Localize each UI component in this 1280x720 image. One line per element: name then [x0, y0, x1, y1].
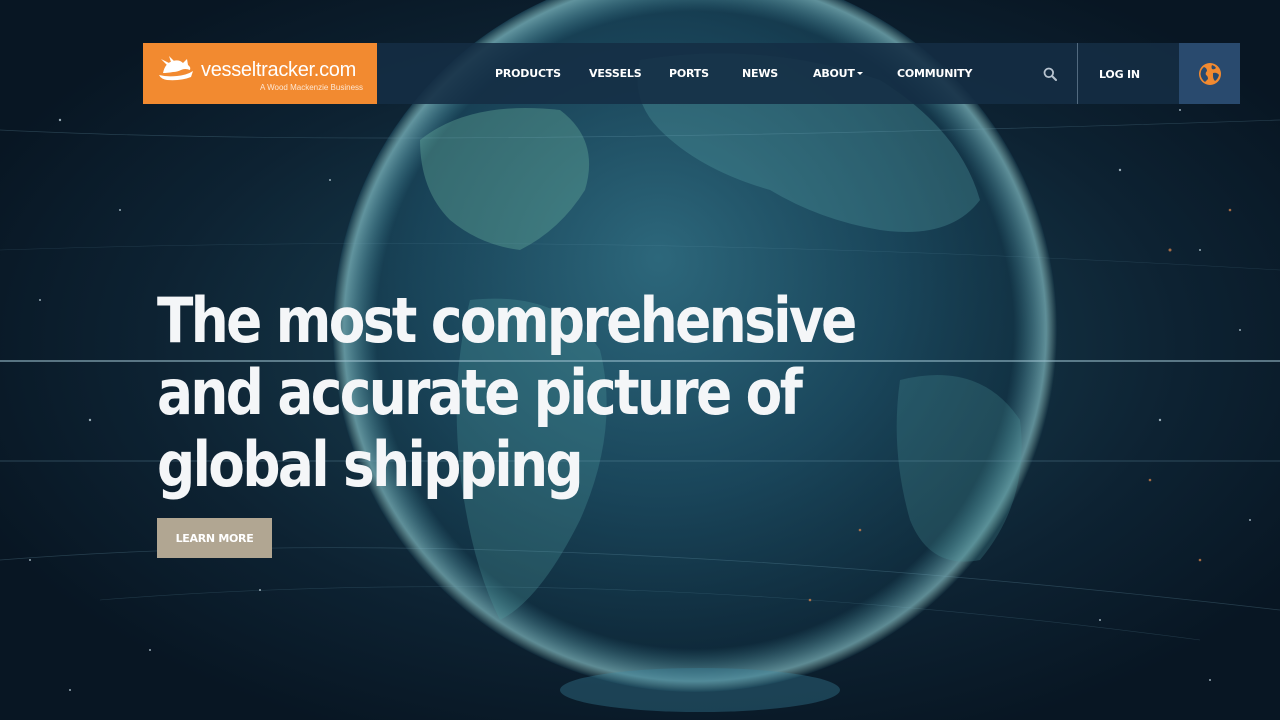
logo[interactable]: vesseltracker.com A Wood Mackenzie Busin…: [143, 43, 377, 104]
brand-name: vesseltracker.com: [201, 59, 356, 81]
nav-item-news[interactable]: NEWS: [742, 67, 778, 80]
nav-divider: [1077, 43, 1078, 104]
login-link[interactable]: LOG IN: [1099, 68, 1140, 81]
nav-item-about-label: ABOUT: [813, 67, 855, 80]
top-navbar: vesseltracker.com A Wood Mackenzie Busin…: [143, 43, 1240, 104]
search-icon[interactable]: [1043, 67, 1057, 81]
brand-tagline: A Wood Mackenzie Business: [260, 83, 364, 92]
nav-item-community[interactable]: COMMUNITY: [897, 67, 972, 80]
nav-item-vessels[interactable]: VESSELS: [589, 67, 642, 80]
nav-item-ports[interactable]: PORTS: [669, 67, 709, 80]
globe-icon: [1198, 62, 1221, 85]
learn-more-button[interactable]: LEARN MORE: [157, 518, 272, 558]
nav-item-about[interactable]: ABOUT: [813, 67, 863, 80]
chevron-down-icon: [856, 71, 863, 75]
dragon-ship-icon: [159, 56, 193, 81]
globe-button[interactable]: [1179, 43, 1240, 104]
hero-section: vesseltracker.com A Wood Mackenzie Busin…: [0, 0, 1280, 720]
hero-headline: The most comprehensive and accurate pict…: [157, 284, 857, 501]
nav-bar-main: PRODUCTS VESSELS PORTS NEWS ABOUT COMMUN…: [377, 43, 1240, 104]
nav-item-products[interactable]: PRODUCTS: [495, 67, 561, 80]
